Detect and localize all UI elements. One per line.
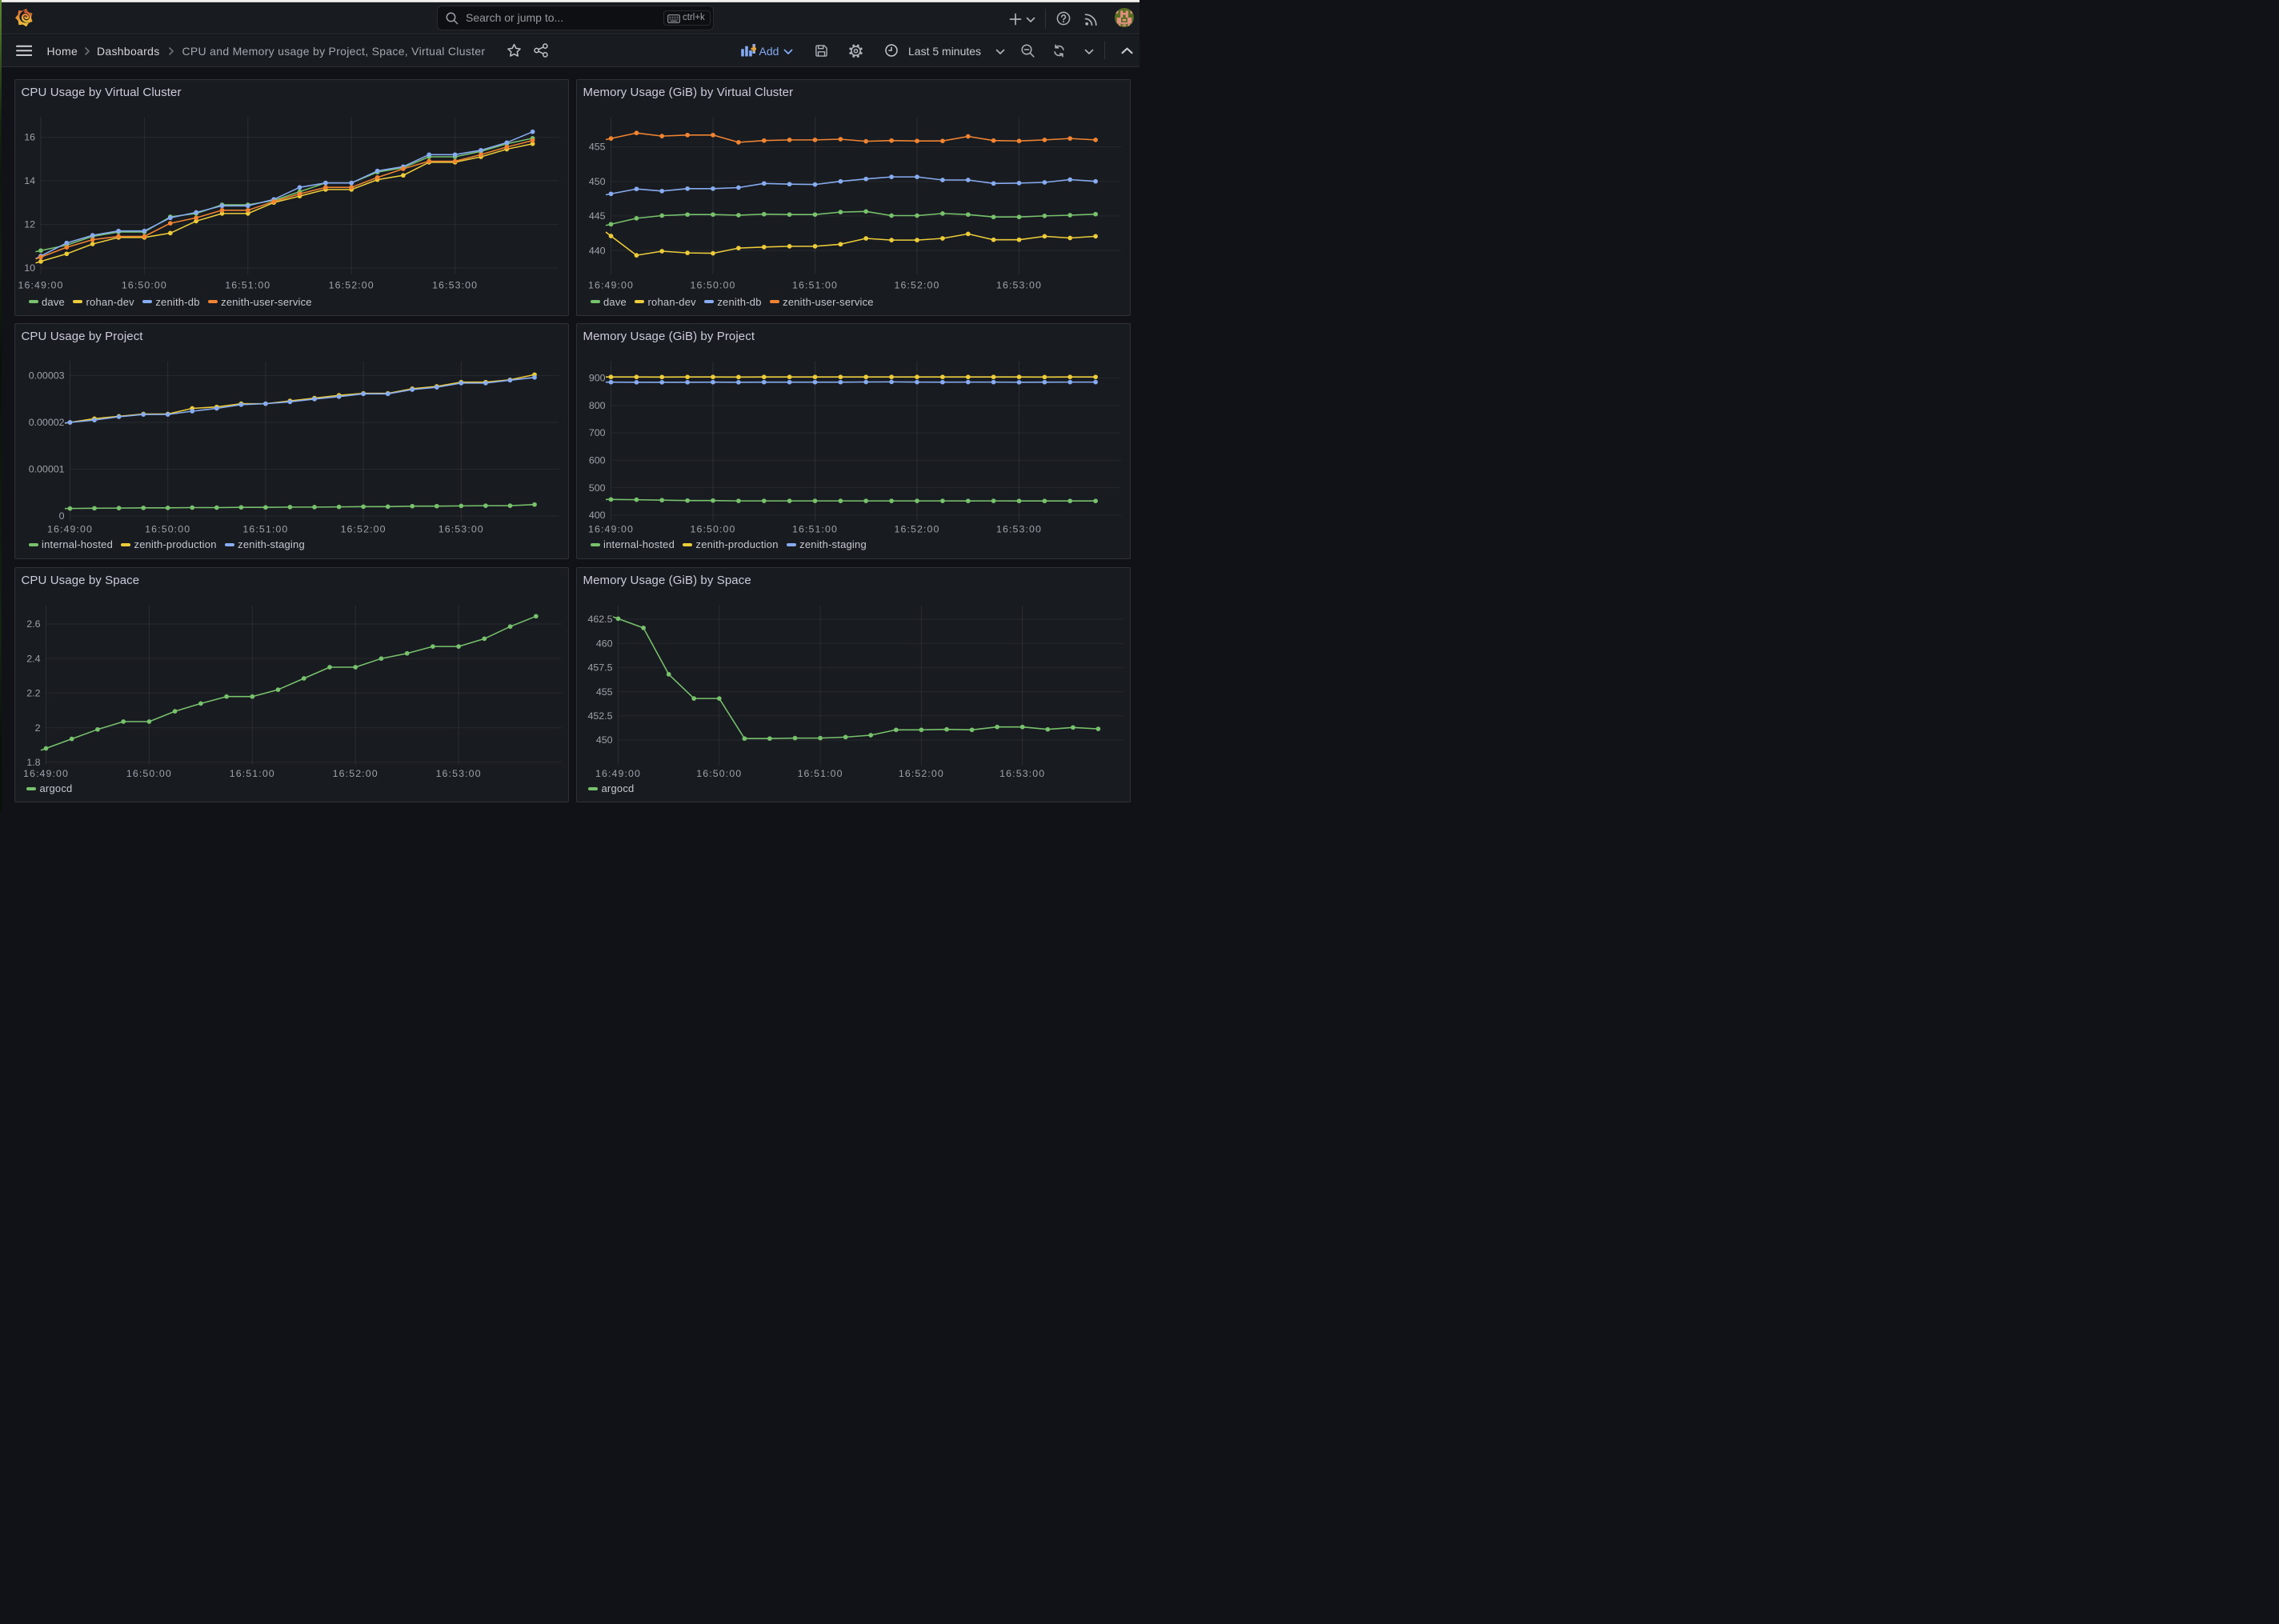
- svg-text:16:52:00: 16:52:00: [894, 280, 939, 291]
- svg-text:600: 600: [589, 455, 606, 466]
- svg-text:0.00002: 0.00002: [29, 417, 65, 428]
- svg-text:16:49:00: 16:49:00: [588, 280, 634, 291]
- svg-text:16:49:00: 16:49:00: [23, 768, 69, 779]
- svg-text:16:51:00: 16:51:00: [792, 280, 838, 291]
- svg-text:12: 12: [24, 219, 35, 230]
- svg-text:0.00001: 0.00001: [29, 464, 65, 475]
- svg-text:455: 455: [589, 142, 606, 153]
- svg-text:452.5: 452.5: [587, 710, 612, 722]
- svg-text:2: 2: [35, 722, 41, 733]
- svg-text:1.8: 1.8: [26, 757, 40, 768]
- svg-text:16:52:00: 16:52:00: [341, 524, 387, 535]
- svg-text:16:49:00: 16:49:00: [18, 280, 63, 291]
- svg-text:16:51:00: 16:51:00: [230, 768, 275, 779]
- svg-text:16:49:00: 16:49:00: [595, 768, 641, 779]
- svg-text:440: 440: [589, 245, 606, 256]
- svg-text:457.5: 457.5: [587, 662, 612, 673]
- svg-text:0.00003: 0.00003: [29, 370, 65, 382]
- svg-text:16:52:00: 16:52:00: [329, 280, 374, 291]
- svg-text:16:52:00: 16:52:00: [899, 768, 944, 779]
- svg-text:462.5: 462.5: [587, 614, 612, 625]
- svg-text:16:50:00: 16:50:00: [690, 524, 735, 535]
- svg-text:10: 10: [24, 262, 35, 274]
- svg-text:16:51:00: 16:51:00: [225, 280, 270, 291]
- svg-text:16:50:00: 16:50:00: [145, 524, 190, 535]
- svg-text:16:52:00: 16:52:00: [894, 524, 939, 535]
- svg-text:16:50:00: 16:50:00: [690, 280, 735, 291]
- svg-text:16:50:00: 16:50:00: [696, 768, 742, 779]
- svg-text:16:49:00: 16:49:00: [47, 524, 93, 535]
- svg-text:500: 500: [589, 482, 606, 494]
- svg-text:700: 700: [589, 427, 606, 438]
- svg-text:16:53:00: 16:53:00: [996, 524, 1042, 535]
- svg-text:455: 455: [596, 686, 613, 697]
- svg-text:16:50:00: 16:50:00: [126, 768, 172, 779]
- svg-text:0: 0: [59, 510, 65, 522]
- svg-text:460: 460: [596, 638, 613, 649]
- svg-text:16:53:00: 16:53:00: [996, 280, 1042, 291]
- svg-text:2.6: 2.6: [26, 618, 40, 630]
- svg-text:14: 14: [24, 175, 35, 186]
- svg-text:16:50:00: 16:50:00: [122, 280, 167, 291]
- svg-text:445: 445: [589, 210, 606, 222]
- svg-text:16: 16: [24, 132, 35, 143]
- svg-text:800: 800: [589, 400, 606, 411]
- svg-text:450: 450: [596, 734, 613, 746]
- svg-text:16:53:00: 16:53:00: [432, 280, 478, 291]
- svg-text:900: 900: [589, 373, 606, 384]
- svg-text:16:49:00: 16:49:00: [588, 524, 634, 535]
- svg-text:16:53:00: 16:53:00: [439, 524, 484, 535]
- svg-text:2.4: 2.4: [26, 653, 40, 664]
- svg-text:16:52:00: 16:52:00: [333, 768, 378, 779]
- svg-text:16:51:00: 16:51:00: [798, 768, 843, 779]
- svg-text:16:51:00: 16:51:00: [242, 524, 288, 535]
- svg-text:400: 400: [589, 510, 606, 521]
- svg-text:2.2: 2.2: [26, 687, 40, 698]
- svg-text:16:53:00: 16:53:00: [999, 768, 1045, 779]
- svg-text:16:53:00: 16:53:00: [436, 768, 482, 779]
- svg-text:16:51:00: 16:51:00: [792, 524, 838, 535]
- svg-text:450: 450: [589, 176, 606, 187]
